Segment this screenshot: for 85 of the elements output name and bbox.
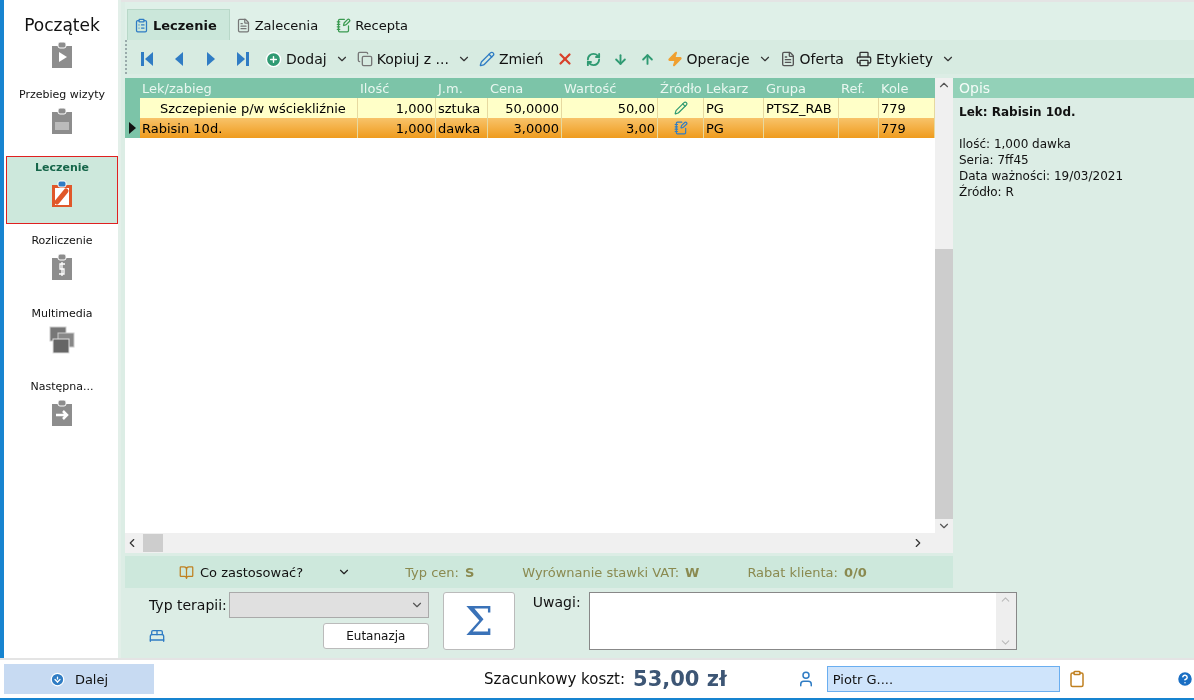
filter-value: W [685,564,700,580]
table-row[interactable]: Szczepienie p/w wściekliźnie 1,000 sztuka 50,0000 50,00 PG PTSZ_RAB 779 [125,98,935,118]
sidebar-item[interactable]: Multimedia [6,302,118,370]
printer-icon [855,51,872,67]
column-header: Wartość [562,78,658,98]
sidebar-item[interactable]: Przebieg wizyty [6,83,118,151]
sidebar-item[interactable]: Początek [6,10,118,78]
description-line: Seria: 7ff45 [959,152,1030,168]
clipboard-arrow-icon [49,399,75,427]
column-header: Lek/zabieg [140,78,358,98]
tab[interactable]: Recepta [330,10,421,40]
refresh-icon [585,51,601,67]
description-heading: Lek: Rabisin 10d. [959,104,1077,120]
cost-value: 53,00 zł [633,667,727,691]
book-icon [179,564,194,580]
pencil-icon [478,51,495,67]
toolbar-button[interactable]: Kopiuj z ... [352,49,453,69]
arrow-down-icon [612,51,628,67]
form-icon [134,17,149,33]
filter-label: Wyrównanie stawki VAT: [522,564,680,580]
first-record-icon[interactable] [140,51,154,67]
toolbar-button[interactable]: Operacje [662,49,754,69]
table-cell: Rabisin 10d. [140,118,358,138]
sidebar-item[interactable]: Rozliczenie [6,229,118,297]
toolbar-button[interactable]: Oferta [775,49,848,69]
description-line: Data ważności: 19/03/2021 [959,168,1125,184]
bed-icon[interactable] [149,628,165,644]
copy-icon [356,51,373,67]
pen-icon [673,101,688,115]
field-label: Uwagi: [532,594,581,612]
filter-value: 0/0 [843,564,867,580]
filter-label: Rabat klienta: [747,564,838,580]
table-cell: 1,000 [358,118,436,138]
description-line: Ilość: 1,000 dawka [959,136,1072,152]
description-line: Źródło: R [959,184,1015,200]
horizontal-scrollbar[interactable] [125,533,953,553]
toolbar-button[interactable]: Etykiety [851,49,937,69]
sum-button[interactable]: Σ [442,592,515,650]
scrollbar-thumb[interactable] [935,249,953,519]
clipboard-pill-icon [49,180,75,208]
lightning-icon [666,51,683,67]
edit-note-icon [673,121,688,135]
scrollbar-thumb[interactable] [143,534,163,552]
cost-label: Szacunkowy koszt: [484,670,626,688]
filter-value: S [464,564,475,580]
column-header: Cena [488,78,562,98]
toolbar-button[interactable]: Dodaj [261,48,331,70]
filter-label: Typ cen: [405,564,459,580]
plus-icon [265,50,282,68]
vertical-scrollbar[interactable] [935,78,953,533]
column-header: J.m. [436,78,488,98]
notes-field[interactable] [588,592,1017,650]
euthanasia-button[interactable]: Eutanazja [322,623,429,649]
table-cell: 3,00 [562,118,658,138]
field-label: Typ terapii: [149,597,227,613]
prescription-icon [336,17,352,33]
arrow-down-icon [49,671,65,687]
document-icon [779,51,796,67]
column-header: Lekarz [704,78,764,98]
last-record-icon[interactable] [236,51,250,67]
help-icon[interactable] [1175,670,1194,688]
table-cell: PG [704,118,764,138]
sidebar-item[interactable]: Następna... [6,375,118,443]
panel-title: Opis [953,78,1194,98]
table-cell: 3,0000 [488,118,562,138]
sidebar-item[interactable]: Leczenie [6,156,118,224]
toolbar-button[interactable]: Zmień [474,49,548,69]
current-row-icon [129,122,136,134]
clipboard-play-icon [49,41,75,69]
dropdown-button[interactable]: Co zastosować? [173,563,358,581]
column-header: Kole [879,78,935,98]
clipboard-icon [49,107,75,135]
column-header: Źródło [658,78,704,98]
tab[interactable]: Leczenie [127,9,230,40]
column-header: Ilość [358,78,436,98]
doctor-field[interactable]: Piotr G.... [826,666,1060,692]
clipboard-dollar-icon [49,253,75,281]
table-row[interactable]: Rabisin 10d. 1,000 dawka 3,0000 3,00 PG 779 [125,118,935,138]
table-cell: dawka [436,118,488,138]
tab[interactable]: Zalecenia [229,10,331,40]
document-icon [235,17,251,33]
column-header: Grupa [764,78,839,98]
column-header: Ref. [839,78,879,98]
images-icon [49,326,75,354]
next-button[interactable]: Dalej [4,664,154,694]
